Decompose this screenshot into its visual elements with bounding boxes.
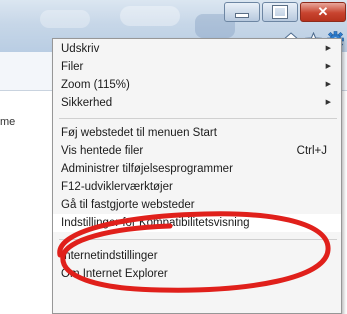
menu-item-shortcut: Ctrl+J xyxy=(296,145,327,157)
menu-item-label: Internetindstillinger xyxy=(61,250,158,262)
minimize-icon xyxy=(235,12,249,18)
close-icon: ✕ xyxy=(317,4,329,19)
menu-item-manage-addons[interactable]: Administrer tilføjelsesprogrammer xyxy=(53,160,341,178)
menu-item-label: Zoom (115%) xyxy=(61,79,130,91)
menu-item-label: Sikkerhed xyxy=(61,97,113,109)
titlebar-background-blur xyxy=(40,10,90,28)
menu-separator xyxy=(59,118,337,119)
menu-item-label: Om Internet Explorer xyxy=(61,268,168,280)
close-button[interactable]: ✕ xyxy=(300,2,346,22)
maximize-icon xyxy=(272,5,288,19)
menu-item-files[interactable]: Filer ▶ xyxy=(53,58,341,76)
menu-item-label: Vis hentede filer xyxy=(61,145,144,157)
page-partial-text: me xyxy=(0,116,16,128)
page-content: me xyxy=(0,91,40,314)
maximize-button[interactable] xyxy=(262,2,298,22)
menu-item-label: Indstillinger for Kompatibilitetsvisning xyxy=(61,217,250,229)
submenu-arrow-icon: ▶ xyxy=(325,45,331,52)
menu-item-internet-options[interactable]: Internetindstillinger xyxy=(53,247,341,265)
tools-menu: Udskriv ▶ Filer ▶ Zoom (115%) ▶ Sikkerhe… xyxy=(52,38,342,314)
submenu-arrow-icon: ▶ xyxy=(325,99,331,106)
titlebar-background-blur xyxy=(120,6,180,26)
menu-item-security[interactable]: Sikkerhed ▶ xyxy=(53,94,341,112)
menu-item-label: Administrer tilføjelsesprogrammer xyxy=(61,163,233,175)
menu-item-label: F12-udviklerværktøjer xyxy=(61,181,173,193)
submenu-arrow-icon: ▶ xyxy=(325,63,331,70)
window-caption-buttons: ✕ xyxy=(224,2,346,22)
menu-item-label: Filer xyxy=(61,61,84,73)
minimize-button[interactable] xyxy=(224,2,260,22)
menu-item-add-to-start[interactable]: Føj webstedet til menuen Start xyxy=(53,124,341,142)
menu-item-about-ie[interactable]: Om Internet Explorer xyxy=(53,265,341,283)
menu-item-label: Føj webstedet til menuen Start xyxy=(61,127,217,139)
menu-item-label: Udskriv xyxy=(61,43,100,55)
menu-item-pinned-sites[interactable]: Gå til fastgjorte websteder xyxy=(53,196,341,214)
menu-item-view-downloads[interactable]: Vis hentede filer Ctrl+J xyxy=(53,142,341,160)
submenu-arrow-icon: ▶ xyxy=(325,81,331,88)
menu-separator xyxy=(59,239,337,240)
menu-item-developer-tools[interactable]: F12-udviklerværktøjer xyxy=(53,178,341,196)
menu-item-compatibility-view-settings[interactable]: Indstillinger for Kompatibilitetsvisning xyxy=(53,214,341,232)
menu-item-zoom[interactable]: Zoom (115%) ▶ xyxy=(53,76,341,94)
menu-item-label: Gå til fastgjorte websteder xyxy=(61,199,195,211)
menu-item-print[interactable]: Udskriv ▶ xyxy=(53,40,341,58)
